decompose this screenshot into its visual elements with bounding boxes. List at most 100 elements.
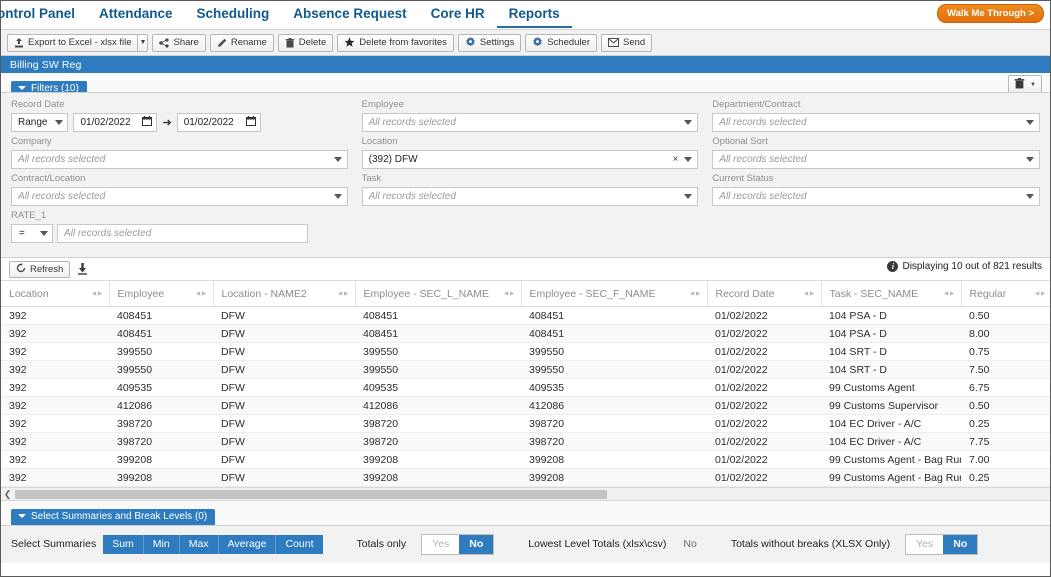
table-row[interactable]: 392 409535 DFW 409535 409535 01/02/2022 99 Cus… xyxy=(1,378,1050,397)
contract-location-select[interactable]: All records selected xyxy=(11,187,348,206)
delete-button[interactable]: Delete xyxy=(277,33,334,52)
column-resize-handle[interactable]: ◄► xyxy=(1034,290,1047,297)
rate-1-operator-select[interactable]: = xyxy=(11,224,53,243)
summaries-toggle-chip[interactable]: Select Summaries and Break Levels (0) xyxy=(11,508,216,525)
nav-item-absence-request[interactable]: Absence Request xyxy=(281,1,418,26)
column-header-record-date[interactable]: Record Date ◄► xyxy=(707,280,822,307)
nav-item-control-panel[interactable]: ontrol Panel xyxy=(1,1,87,26)
table-cell: 104 EC Driver - A/C xyxy=(821,432,961,451)
lowest-level-totals-value[interactable]: No xyxy=(683,538,696,550)
table-row[interactable]: 392 408451 DFW 408451 408451 01/02/2022 104 PS… xyxy=(1,324,1050,343)
totals-only-yes[interactable]: Yes xyxy=(422,534,460,554)
filter-row-2: Company All records selected Location (3… xyxy=(11,136,1040,169)
totals-only-no[interactable]: No xyxy=(459,534,494,554)
summary-button-sum[interactable]: Sum xyxy=(103,534,144,554)
table-cell: DFW xyxy=(213,432,355,451)
delete-label: Delete xyxy=(298,37,327,48)
column-header-location[interactable]: Location ◄► xyxy=(1,280,110,307)
table-row[interactable]: 392 412086 DFW 412086 412086 01/02/2022 99 Cus… xyxy=(1,396,1050,415)
results-table-container: Location ◄► Employee ◄► Location - NAME2 ◄►… xyxy=(1,280,1050,487)
table-cell: 409535 xyxy=(521,378,707,397)
record-date-mode-select[interactable]: Range xyxy=(11,113,69,132)
table-cell: 8.00 xyxy=(961,324,1050,343)
table-horizontal-scrollbar[interactable]: ❮ xyxy=(1,487,1050,500)
table-cell: DFW xyxy=(213,378,355,397)
export-dropdown-caret[interactable]: ▼ xyxy=(137,33,149,52)
column-header-regular[interactable]: Regular ◄► xyxy=(961,280,1050,307)
location-select[interactable]: (392) DFW × xyxy=(361,150,699,169)
clear-location-icon[interactable]: × xyxy=(672,154,678,165)
calendar-icon[interactable] xyxy=(245,116,256,129)
table-cell: 01/02/2022 xyxy=(707,378,821,397)
scrollbar-thumb[interactable] xyxy=(15,490,607,499)
rate-1-value-input[interactable]: All records selected xyxy=(57,224,308,243)
nav-items: ontrol Panel Attendance Scheduling Absen… xyxy=(1,1,1050,30)
department-contract-select-value: All records selected xyxy=(719,117,807,128)
calendar-icon[interactable] xyxy=(142,116,153,129)
column-header-task-sec-name[interactable]: Task - SEC_NAME ◄► xyxy=(821,280,962,307)
walk-me-through-button[interactable]: Walk Me Through > xyxy=(937,4,1044,23)
settings-button[interactable]: Settings xyxy=(457,33,522,52)
summary-button-min[interactable]: Min xyxy=(143,534,180,554)
record-date-to-input[interactable]: 01/02/2022 xyxy=(176,113,261,132)
column-resize-handle[interactable]: ◄► xyxy=(943,290,956,297)
column-resize-handle[interactable]: ◄► xyxy=(337,290,350,297)
column-header-employee-sec-l-name[interactable]: Employee - SEC_L_NAME ◄► xyxy=(355,280,522,307)
summary-button-average[interactable]: Average xyxy=(218,534,277,554)
delete-from-favorites-label: Delete from favorites xyxy=(359,37,447,48)
company-select[interactable]: All records selected xyxy=(11,150,348,169)
employee-select[interactable]: All records selected xyxy=(361,113,699,132)
optional-sort-select[interactable]: All records selected xyxy=(712,150,1040,169)
table-row[interactable]: 392 398720 DFW 398720 398720 01/02/2022 104 EC… xyxy=(1,432,1050,451)
download-icon[interactable] xyxy=(77,263,88,275)
summary-button-count[interactable]: Count xyxy=(276,534,323,554)
export-to-excel-button[interactable]: Export to Excel - xlsx file xyxy=(7,33,138,52)
column-header-location-name2[interactable]: Location - NAME2 ◄► xyxy=(213,280,356,307)
scroll-left-arrow-icon[interactable]: ❮ xyxy=(1,489,14,500)
table-cell: 01/02/2022 xyxy=(707,432,821,451)
column-header-employee-sec-f-name[interactable]: Employee - SEC_F_NAME ◄► xyxy=(521,280,708,307)
table-cell: 01/02/2022 xyxy=(707,396,821,415)
table-row[interactable]: 392 408451 DFW 408451 408451 01/02/2022 104 PS… xyxy=(1,306,1050,325)
results-action-row: Refresh i Displaying 10 out of 821 resul… xyxy=(1,258,1050,280)
nav-item-attendance[interactable]: Attendance xyxy=(87,1,185,26)
table-row[interactable]: 392 399208 DFW 399208 399208 01/02/2022 99 Cus… xyxy=(1,450,1050,469)
summary-button-max[interactable]: Max xyxy=(179,534,219,554)
rename-button[interactable]: Rename xyxy=(209,33,274,52)
column-header-employee[interactable]: Employee ◄► xyxy=(109,280,214,307)
nav-item-scheduling[interactable]: Scheduling xyxy=(185,1,282,26)
current-status-select[interactable]: All records selected xyxy=(712,187,1040,206)
column-resize-handle[interactable]: ◄► xyxy=(91,290,104,297)
nav-item-reports[interactable]: Reports xyxy=(496,1,572,28)
table-row[interactable]: 392 399208 DFW 399208 399208 01/02/2022 99 Cus… xyxy=(1,468,1050,487)
totals-without-breaks-yes[interactable]: Yes xyxy=(906,534,944,554)
task-select[interactable]: All records selected xyxy=(361,187,699,206)
chevron-down-icon xyxy=(1025,120,1034,125)
table-row[interactable]: 392 398720 DFW 398720 398720 01/02/2022 104 EC… xyxy=(1,414,1050,433)
filter-company: Company All records selected xyxy=(11,136,362,169)
table-cell: 398720 xyxy=(521,414,707,433)
report-application-window: ontrol Panel Attendance Scheduling Absen… xyxy=(0,0,1051,577)
nav-item-core-hr[interactable]: Core HR xyxy=(419,1,497,26)
share-icon xyxy=(159,37,170,48)
table-row[interactable]: 392 399550 DFW 399550 399550 01/02/2022 104 SR… xyxy=(1,360,1050,379)
table-row[interactable]: 392 399550 DFW 399550 399550 01/02/2022 104 SR… xyxy=(1,342,1050,361)
send-button[interactable]: Send xyxy=(601,33,653,52)
record-date-from-input[interactable]: 01/02/2022 xyxy=(73,113,158,132)
column-resize-handle[interactable]: ◄► xyxy=(503,290,516,297)
department-contract-select[interactable]: All records selected xyxy=(712,113,1040,132)
scheduler-button[interactable]: Scheduler xyxy=(525,33,597,52)
table-cell: 0.50 xyxy=(961,396,1050,415)
column-resize-handle[interactable]: ◄► xyxy=(803,290,816,297)
column-resize-handle[interactable]: ◄► xyxy=(689,290,702,297)
chevron-down-icon xyxy=(18,86,26,90)
table-cell: 0.25 xyxy=(961,468,1050,487)
refresh-button[interactable]: Refresh xyxy=(9,260,71,278)
delete-from-favorites-button[interactable]: Delete from favorites xyxy=(337,33,454,52)
totals-without-breaks-no[interactable]: No xyxy=(943,534,978,554)
table-cell: 392 xyxy=(1,450,109,469)
share-button[interactable]: Share xyxy=(152,33,206,52)
column-resize-handle[interactable]: ◄► xyxy=(195,290,208,297)
lowest-level-totals-group: Lowest Level Totals (xlsx\csv) No xyxy=(528,538,697,550)
export-to-excel-split-button[interactable]: Export to Excel - xlsx file ▼ xyxy=(7,33,149,52)
